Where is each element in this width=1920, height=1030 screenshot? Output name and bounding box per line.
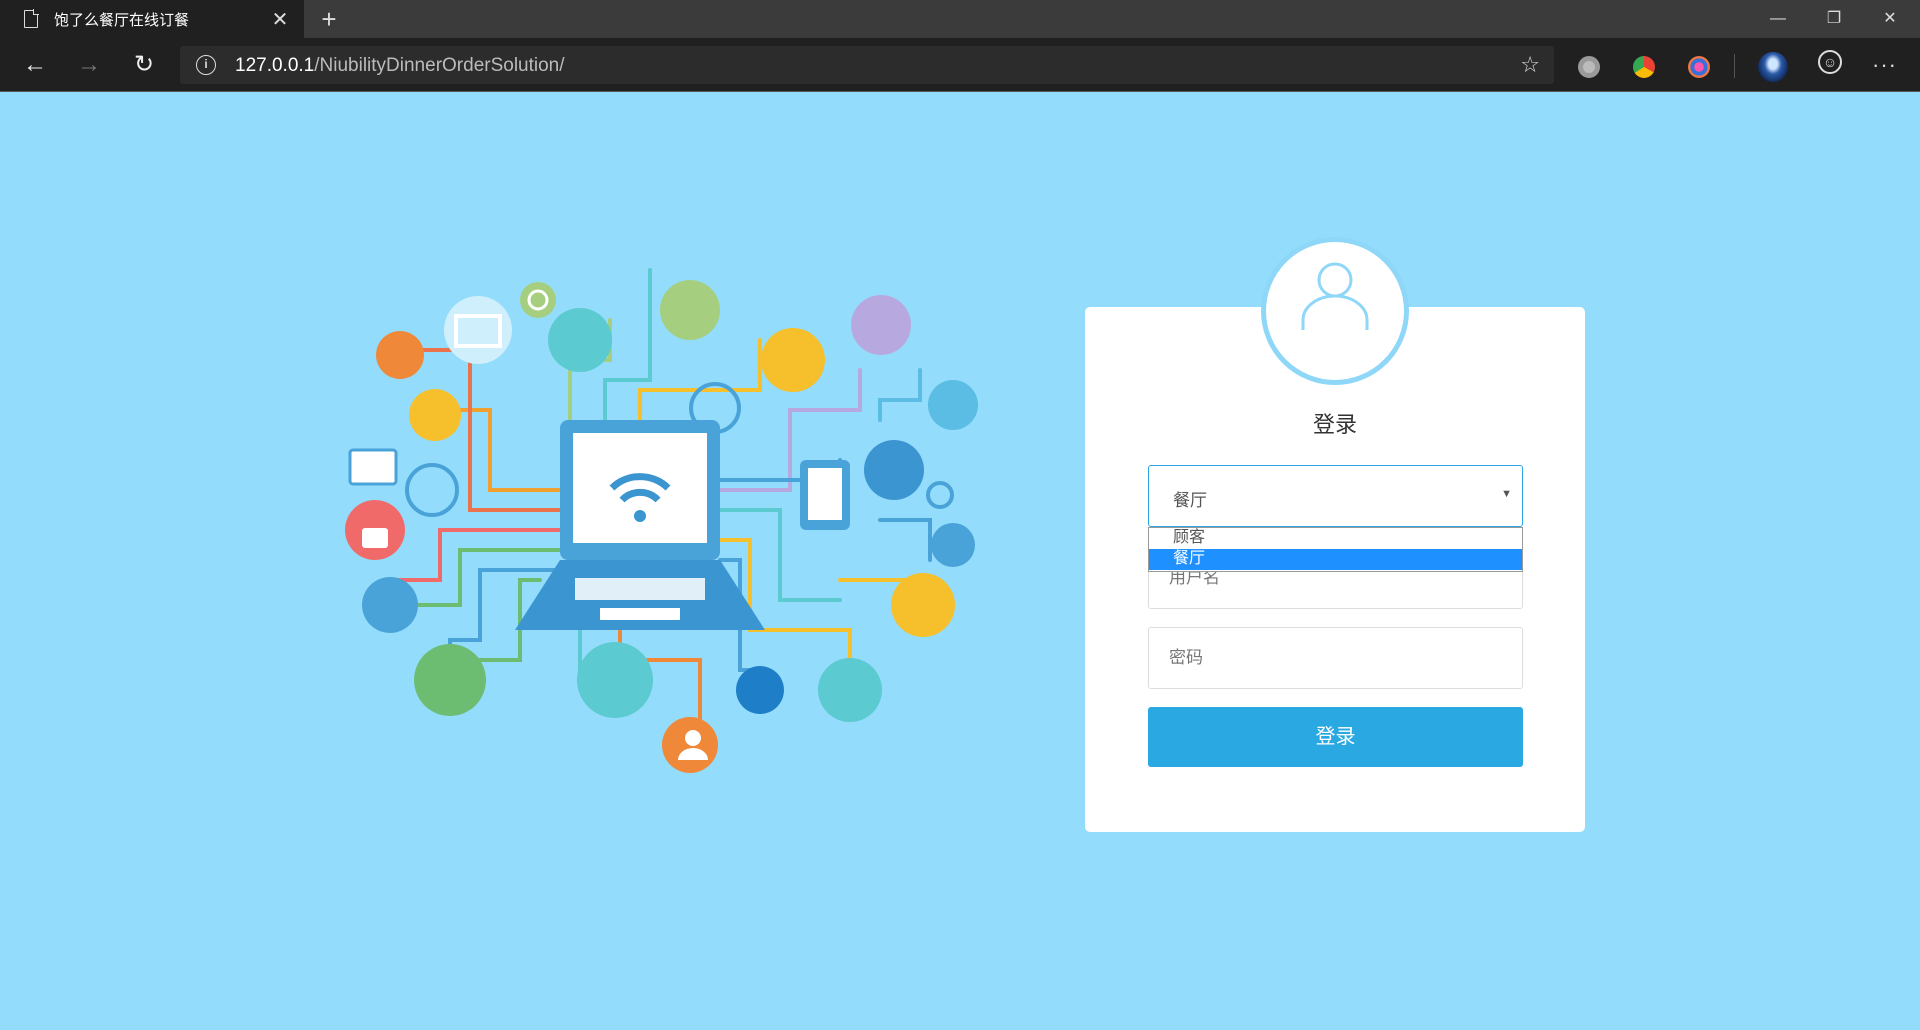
page-icon — [24, 9, 39, 28]
login-title: 登录 — [1312, 412, 1357, 437]
avatar — [1261, 237, 1409, 385]
role-option-customer[interactable]: 顾客 — [1149, 528, 1522, 549]
network-illustration — [320, 260, 980, 780]
extension-color-icon[interactable] — [1633, 56, 1655, 78]
network-devices-graphic — [345, 268, 978, 773]
more-menu-icon[interactable]: ··· — [1872, 52, 1897, 78]
feedback-smiley-icon[interactable]: ☺ — [1818, 50, 1842, 74]
new-tab-button[interactable]: + — [314, 4, 344, 34]
refresh-button[interactable]: ↻ — [125, 46, 163, 84]
role-select[interactable]: 餐厅 ▼ — [1148, 465, 1523, 527]
url-text[interactable]: 127.0.0.1/NiubilityDinnerOrderSolution/ — [235, 55, 565, 77]
info-icon[interactable]: i — [196, 55, 216, 75]
tab-title: 饱了么餐厅在线订餐 — [54, 11, 190, 29]
login-button[interactable]: 登录 — [1148, 707, 1523, 767]
url-host: 127.0.0.1 — [235, 55, 315, 76]
user-icon — [1301, 262, 1369, 330]
password-input[interactable] — [1149, 628, 1522, 688]
url-path: /NiubilityDinnerOrderSolution/ — [314, 55, 565, 76]
password-field[interactable] — [1148, 627, 1523, 689]
role-select-value: 餐厅 — [1173, 491, 1207, 510]
address-bar: ← → ↻ i 127.0.0.1/NiubilityDinnerOrderSo… — [0, 38, 1920, 92]
extension-mask-icon[interactable] — [1688, 56, 1710, 78]
back-button[interactable]: ← — [16, 46, 54, 84]
forward-button[interactable]: → — [70, 46, 108, 84]
browser-tab-bar: 饱了么餐厅在线订餐 ✕ + — ❐ ✕ — [0, 0, 1920, 38]
profile-avatar[interactable] — [1758, 52, 1788, 82]
minimize-button[interactable]: — — [1750, 0, 1806, 38]
tab-close-icon[interactable]: ✕ — [270, 7, 290, 32]
close-window-button[interactable]: ✕ — [1862, 0, 1918, 38]
browser-tab[interactable]: 饱了么餐厅在线订餐 ✕ — [0, 0, 304, 38]
url-field[interactable]: i 127.0.0.1/NiubilityDinnerOrderSolution… — [180, 46, 1554, 84]
role-options-list: 顾客 餐厅 — [1148, 527, 1523, 572]
favorite-star-icon[interactable]: ☆ — [1520, 52, 1540, 78]
toolbar-divider — [1734, 54, 1735, 78]
role-option-restaurant[interactable]: 餐厅 — [1149, 549, 1522, 570]
restore-button[interactable]: ❐ — [1806, 0, 1862, 38]
extension-circle-icon[interactable] — [1578, 56, 1600, 78]
dropdown-arrow-icon[interactable]: ▼ — [1501, 488, 1512, 500]
